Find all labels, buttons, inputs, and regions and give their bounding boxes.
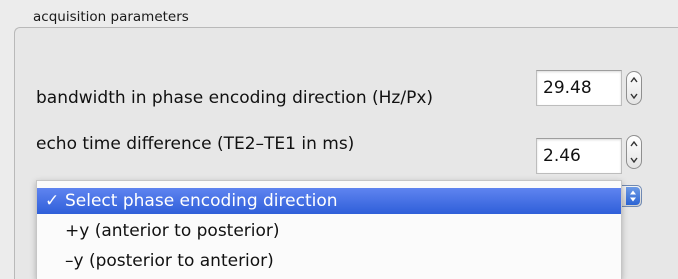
bandwidth-stepper[interactable] [626, 71, 642, 105]
group-title: acquisition parameters [33, 9, 189, 25]
menu-item-label: –y (posterior to anterior) [65, 251, 274, 271]
menu-item-label: Select phase encoding direction [65, 191, 338, 211]
bandwidth-label: bandwidth in phase encoding direction (H… [36, 88, 434, 108]
menu-item-posterior-to-anterior[interactable]: –y (posterior to anterior) [37, 248, 621, 274]
menu-item-label: +y (anterior to posterior) [65, 221, 280, 241]
menu-item-anterior-to-posterior[interactable]: +y (anterior to posterior) [37, 218, 621, 244]
stepper-up-icon[interactable] [628, 137, 640, 151]
checkmark-icon: ✓ [45, 191, 60, 211]
echo-time-difference-label: echo time difference (TE2–TE1 in ms) [36, 134, 355, 154]
stepper-up-icon[interactable] [628, 73, 640, 87]
menu-item-select-phase-direction[interactable]: ✓ Select phase encoding direction [37, 188, 621, 214]
stepper-down-icon[interactable] [628, 153, 640, 167]
echo-time-difference-input[interactable]: 2.46 [536, 138, 622, 174]
updown-arrows-icon [626, 187, 640, 205]
stepper-down-icon[interactable] [628, 89, 640, 103]
echo-time-difference-stepper[interactable] [626, 135, 642, 169]
bandwidth-input[interactable]: 29.48 [536, 70, 622, 106]
phase-direction-menu: ✓ Select phase encoding direction +y (ant… [36, 180, 622, 279]
